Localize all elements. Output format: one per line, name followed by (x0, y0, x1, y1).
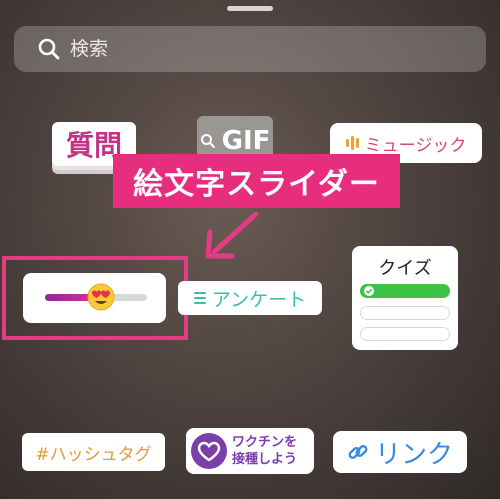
quiz-label: クイズ (378, 258, 432, 279)
quiz-option-correct (360, 284, 450, 298)
quiz-sticker[interactable]: クイズ (352, 246, 458, 350)
emoji-slider-callout: 絵文字スライダー (113, 154, 400, 208)
audio-wave-icon (345, 136, 359, 150)
emoji-slider-sticker[interactable] (23, 273, 166, 323)
poll-label: アンケート (211, 288, 307, 311)
arrow-icon (205, 211, 259, 259)
poll-lines-icon (193, 292, 206, 304)
quiz-option (360, 327, 450, 341)
vaccine-sticker[interactable]: ワクチンを 接種しよう (186, 428, 314, 474)
vaccine-label-line2: 接種しよう (232, 452, 298, 467)
gif-label: GIF (221, 126, 271, 156)
quiz-option (360, 306, 450, 320)
search-input[interactable] (68, 37, 452, 61)
link-label: リンク (374, 439, 453, 470)
link-sticker[interactable]: リンク (333, 431, 467, 473)
poll-sticker[interactable]: アンケート (178, 281, 322, 315)
search-bar[interactable] (14, 26, 486, 72)
check-icon (364, 286, 374, 296)
hashtag-sticker[interactable]: #ハッシュタグ (22, 433, 165, 471)
search-icon (200, 134, 215, 148)
callout-label: 絵文字スライダー (133, 167, 380, 202)
search-icon (38, 38, 60, 60)
heart-eyes-emoji-icon[interactable] (87, 283, 115, 311)
sheet-grabber[interactable] (227, 6, 273, 11)
hashtag-label: #ハッシュタグ (35, 444, 152, 465)
link-icon (348, 445, 368, 459)
music-label: ミュージック (364, 135, 467, 156)
heart-circle-icon (191, 433, 227, 469)
vaccine-label-line1: ワクチンを (232, 435, 298, 450)
